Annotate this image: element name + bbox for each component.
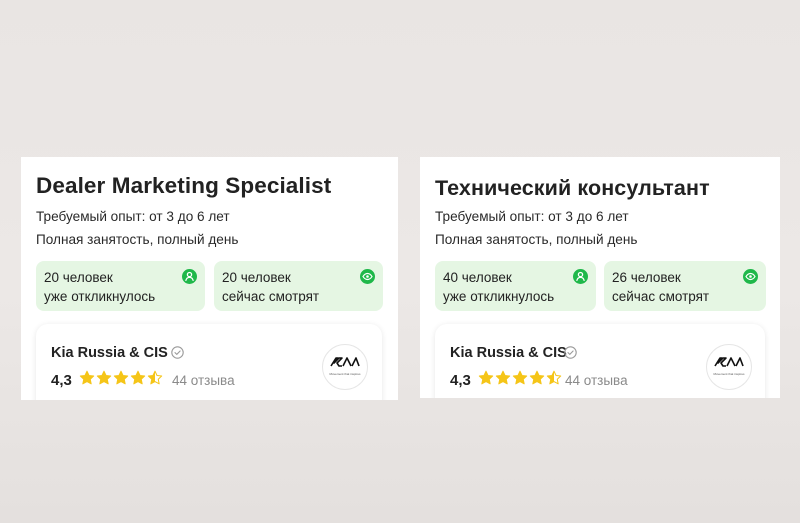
viewers-label: сейчас смотрят	[612, 289, 710, 304]
experience-text: Требуемый опыт: от 3 до 6 лет	[36, 209, 230, 224]
viewers-label: сейчас смотрят	[222, 289, 320, 304]
star-half-icon	[546, 370, 562, 385]
vacancy-card[interactable]: Технический консультант Требуемый опыт: …	[420, 157, 780, 398]
star-filled-icon	[130, 370, 146, 385]
responses-stat: 20 человек уже откликнулось	[36, 261, 205, 311]
person-icon	[573, 269, 588, 284]
star-filled-icon	[113, 370, 129, 385]
star-half-icon	[147, 370, 163, 385]
employment-text: Полная занятость, полный день	[435, 232, 638, 247]
verified-icon	[564, 346, 577, 359]
viewers-stat: 26 человек сейчас смотрят	[604, 261, 766, 311]
star-filled-icon	[495, 370, 511, 385]
responses-label: уже откликнулось	[443, 289, 555, 304]
viewers-count: 26 человек	[612, 270, 681, 285]
employment-text: Полная занятость, полный день	[36, 232, 239, 247]
eye-icon	[360, 269, 375, 284]
viewers-stat: 20 человек сейчас смотрят	[214, 261, 383, 311]
star-filled-icon	[79, 370, 95, 385]
kia-logo-icon	[330, 357, 360, 367]
star-filled-icon	[529, 370, 545, 385]
rating-stars	[478, 370, 562, 386]
company-block[interactable]: Kia Russia & CIS 4,3 44 отзыва Movement …	[36, 324, 382, 400]
responses-count: 20 человек	[44, 270, 113, 285]
reviews-link[interactable]: 44 отзыва	[565, 373, 628, 388]
responses-stat: 40 человек уже откликнулось	[435, 261, 596, 311]
reviews-link[interactable]: 44 отзыва	[172, 373, 235, 388]
vacancy-card[interactable]: Dealer Marketing Specialist Требуемый оп…	[21, 157, 398, 400]
responses-label: уже откликнулось	[44, 289, 156, 304]
vacancy-title[interactable]: Dealer Marketing Specialist	[36, 173, 331, 199]
star-filled-icon	[96, 370, 112, 385]
star-filled-icon	[512, 370, 528, 385]
person-icon	[182, 269, 197, 284]
rating-stars	[79, 370, 163, 386]
viewers-count: 20 человек	[222, 270, 291, 285]
company-name[interactable]: Kia Russia & CIS	[450, 345, 567, 361]
logo-tagline: Movement that inspires	[713, 372, 745, 376]
rating-value: 4,3	[51, 372, 72, 389]
eye-icon	[743, 269, 758, 284]
rating-value: 4,3	[450, 372, 471, 389]
logo-tagline: Movement that inspires	[329, 372, 361, 376]
star-filled-icon	[478, 370, 494, 385]
company-block[interactable]: Kia Russia & CIS 4,3 44 отзыва Movement …	[435, 324, 765, 398]
company-name[interactable]: Kia Russia & CIS	[51, 345, 168, 361]
experience-text: Требуемый опыт: от 3 до 6 лет	[435, 209, 629, 224]
vacancy-title[interactable]: Технический консультант	[435, 176, 710, 201]
responses-count: 40 человек	[443, 270, 512, 285]
company-logo[interactable]: Movement that inspires	[706, 344, 752, 390]
kia-logo-icon	[714, 357, 744, 367]
company-logo[interactable]: Movement that inspires	[322, 344, 368, 390]
verified-icon	[171, 346, 184, 359]
